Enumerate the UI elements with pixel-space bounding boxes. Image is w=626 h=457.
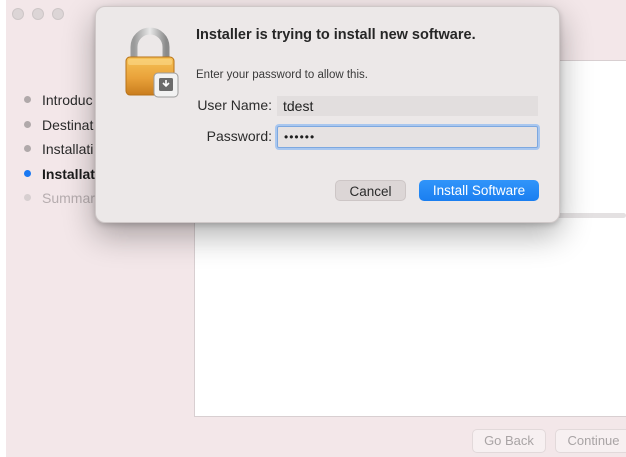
step-destination: Destinat [20,113,95,138]
username-field[interactable]: tdest [277,96,538,116]
authentication-dialog: Installer is trying to install new softw… [95,6,560,223]
username-label: User Name: [197,97,272,113]
step-label: Installati [42,141,94,157]
continue-button[interactable]: Continue [555,429,626,453]
step-introduction: Introduc [20,88,95,113]
zoom-window-button[interactable] [52,8,64,20]
step-dot [24,194,31,201]
step-label: Destinat [42,116,94,133]
minimize-window-button[interactable] [32,8,44,20]
password-field[interactable]: •••••• [277,126,538,148]
cancel-button[interactable]: Cancel [335,180,406,201]
step-dot-active [24,169,31,177]
lock-icon [122,25,182,99]
step-label: Introduc [42,92,93,108]
step-dot [24,96,31,103]
step-summary: Summar [20,186,95,211]
install-software-button[interactable]: Install Software [419,180,539,201]
step-label: Installat [42,165,95,182]
step-dot [24,145,31,152]
go-back-button[interactable]: Go Back [472,429,546,453]
password-label: Password: [206,128,272,144]
step-installation-type: Installati [20,137,95,162]
step-dot [24,120,31,128]
step-label: Summar [42,190,95,206]
installer-steps: Introduc Destinat Installati Installat S… [20,88,95,211]
close-window-button[interactable] [12,8,24,20]
step-installation: Installat [20,162,95,187]
dialog-message: Enter your password to allow this. [196,69,368,81]
dialog-title: Installer is trying to install new softw… [196,27,476,43]
